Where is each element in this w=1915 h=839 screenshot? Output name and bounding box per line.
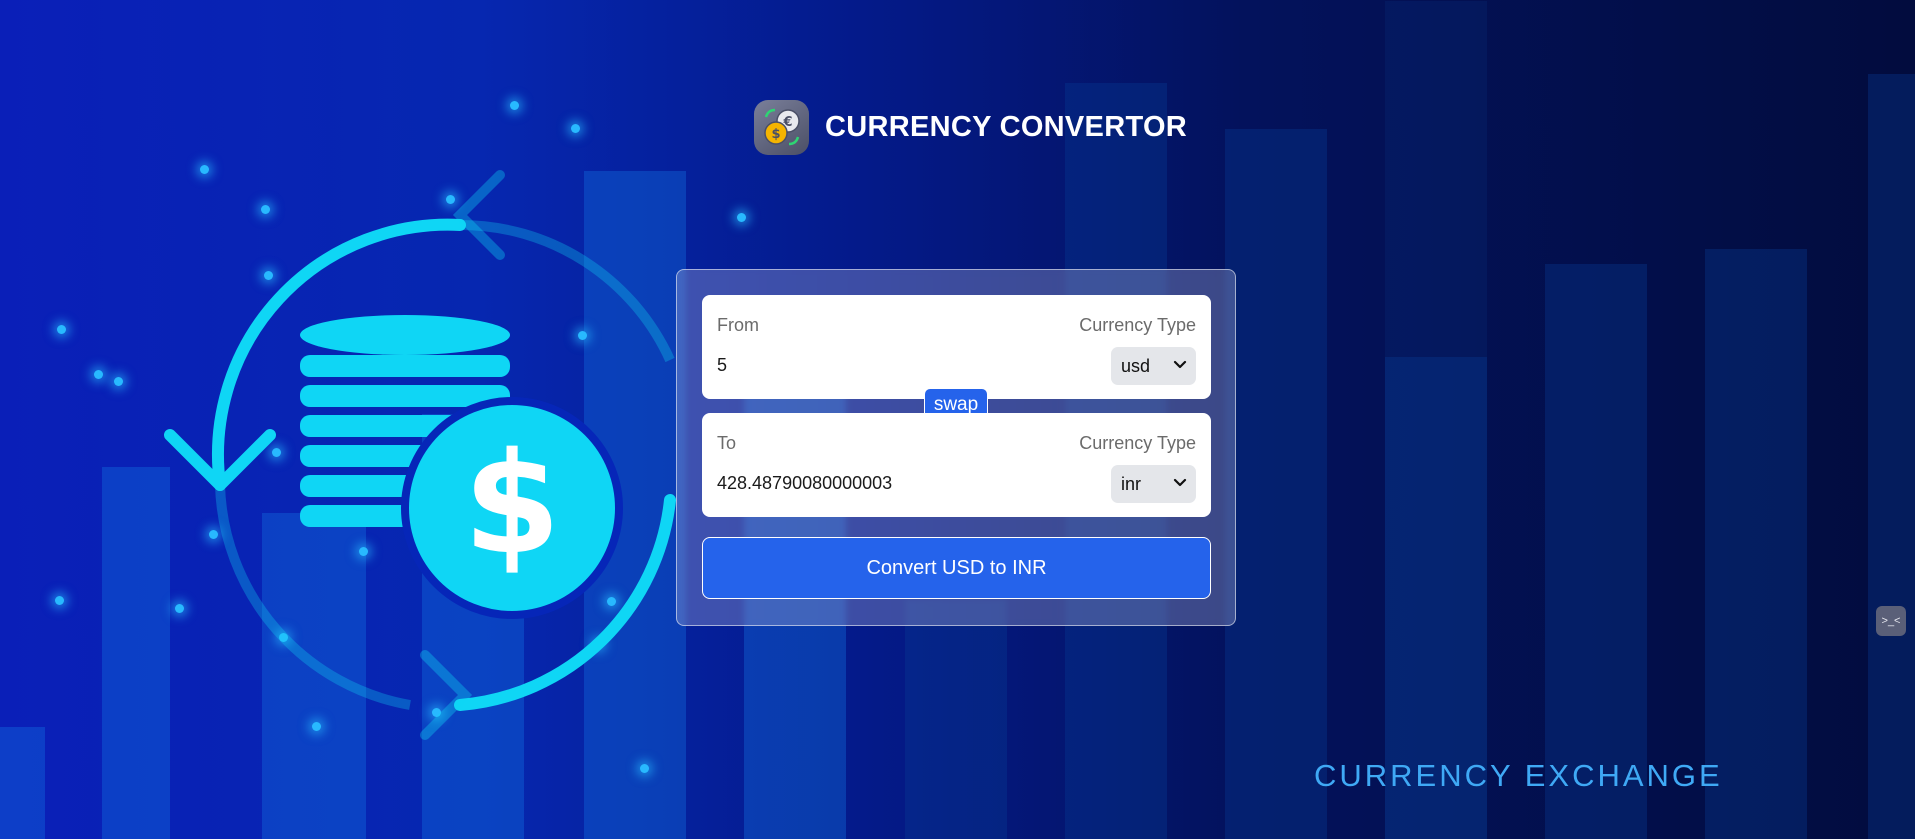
convert-button[interactable]: Convert USD to INR xyxy=(702,537,1211,599)
to-section: To Currency Type 428.48790080000003 inr xyxy=(702,413,1211,517)
coins-dollar-exchange-icon: $ xyxy=(150,160,710,760)
browser-extension-icon[interactable]: >_< xyxy=(1876,606,1906,636)
chevron-down-icon xyxy=(1173,478,1187,487)
from-currency-type-label: Currency Type xyxy=(1079,315,1196,335)
to-amount-field: 428.48790080000003 xyxy=(717,473,893,493)
converter-panel: From Currency Type 5 usd swap To Currenc… xyxy=(676,269,1236,626)
from-section: From Currency Type 5 usd xyxy=(702,295,1211,399)
from-label: From xyxy=(717,315,759,335)
to-label: To xyxy=(717,433,737,453)
to-currency-type-label: Currency Type xyxy=(1079,433,1196,453)
currency-exchange-icon: € $ xyxy=(754,99,809,155)
svg-text:$: $ xyxy=(463,423,560,586)
brand-text: CURRENCY EXCHANGE xyxy=(1314,758,1723,793)
app-header: € $ CURRENCY CONVERTOR xyxy=(754,99,1187,155)
from-currency-select[interactable]: usd xyxy=(1111,347,1196,385)
to-currency-value: inr xyxy=(1121,473,1142,494)
to-currency-select[interactable]: inr xyxy=(1111,465,1196,503)
from-currency-value: usd xyxy=(1121,355,1151,376)
page-title: CURRENCY CONVERTOR xyxy=(825,110,1188,143)
from-amount-input[interactable]: 5 xyxy=(717,355,727,376)
chevron-down-icon xyxy=(1173,360,1187,369)
svg-text:$: $ xyxy=(771,127,780,142)
